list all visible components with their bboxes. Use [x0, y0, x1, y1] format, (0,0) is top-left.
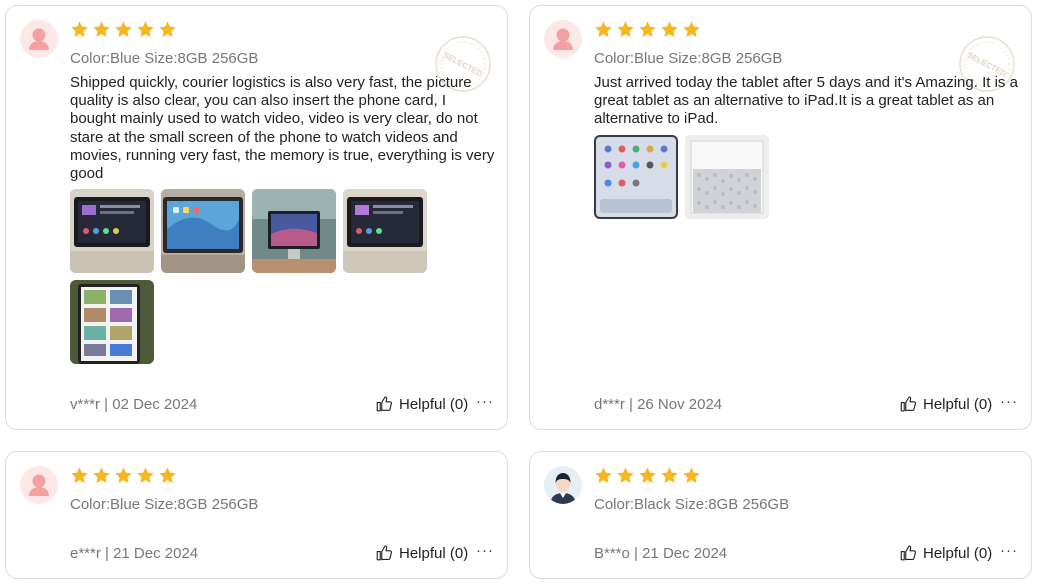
star-icon: [136, 20, 155, 39]
tablet-home-screen-photo: [70, 189, 154, 273]
star-icon: [638, 466, 657, 485]
helpful-label: Helpful (0): [399, 544, 469, 562]
review-card: Color:Black Size:8GB 256GB B***o | 21 De…: [529, 451, 1032, 579]
star-icon: [682, 466, 701, 485]
star-icon: [594, 20, 613, 39]
product-variant: Color:Blue Size:8GB 256GB: [70, 50, 259, 67]
helpful-button[interactable]: Helpful (0): [375, 544, 468, 562]
star-icon: [158, 466, 177, 485]
product-variant: Color:Blue Size:8GB 256GB: [70, 496, 259, 513]
star-rating: [70, 466, 177, 485]
tablet-on-stand-photo: [252, 189, 336, 273]
review-photo[interactable]: [161, 189, 245, 273]
tablet-browser-photo: [70, 280, 154, 364]
helpful-button[interactable]: Helpful (0): [375, 395, 468, 413]
star-icon: [660, 466, 679, 485]
helpful-label: Helpful (0): [923, 395, 993, 413]
star-icon: [114, 466, 133, 485]
review-photos: [594, 135, 974, 219]
product-variant: Color:Black Size:8GB 256GB: [594, 496, 790, 513]
star-rating: [594, 20, 701, 39]
star-icon: [136, 466, 155, 485]
avatar: [544, 466, 582, 504]
tablet-blue-wallpaper-photo: [161, 189, 245, 273]
tablet-app-grid-photo: [594, 135, 678, 219]
avatar: [20, 466, 58, 504]
thumbs-up-icon: [375, 395, 393, 413]
thumbs-up-icon: [899, 395, 917, 413]
thumbs-up-icon: [899, 544, 917, 562]
thumbs-up-icon: [375, 544, 393, 562]
review-photo[interactable]: [70, 280, 154, 364]
star-rating: [70, 20, 177, 39]
star-icon: [92, 20, 111, 39]
star-icon: [158, 20, 177, 39]
review-card: Color:Blue Size:8GB 256GB SELECTED Shipp…: [5, 5, 508, 430]
star-rating: [594, 466, 701, 485]
review-photo[interactable]: [343, 189, 427, 273]
star-icon: [638, 20, 657, 39]
review-photo[interactable]: [685, 135, 769, 219]
review-photo[interactable]: [252, 189, 336, 273]
helpful-button[interactable]: Helpful (0): [899, 544, 992, 562]
star-icon: [92, 466, 111, 485]
more-options-button[interactable]: ···: [476, 542, 494, 559]
review-photo[interactable]: [70, 189, 154, 273]
more-options-button[interactable]: ···: [476, 393, 494, 410]
helpful-label: Helpful (0): [399, 395, 469, 413]
review-author-date: B***o | 21 Dec 2024: [594, 545, 728, 562]
helpful-button[interactable]: Helpful (0): [899, 395, 992, 413]
avatar: [544, 20, 582, 58]
review-card: Color:Blue Size:8GB 256GB SELECTED Just …: [529, 5, 1032, 430]
avatar: [20, 20, 58, 58]
review-text: Just arrived today the tablet after 5 da…: [594, 74, 1018, 128]
more-options-button[interactable]: ···: [1000, 542, 1018, 559]
star-icon: [70, 20, 89, 39]
star-icon: [616, 466, 635, 485]
star-icon: [616, 20, 635, 39]
tablet-packaging-photo: [685, 135, 769, 219]
review-author-date: v***r | 02 Dec 2024: [70, 396, 198, 413]
review-photos: [70, 189, 450, 364]
star-icon: [70, 466, 89, 485]
star-icon: [682, 20, 701, 39]
tablet-home-screen-photo-2: [343, 189, 427, 273]
star-icon: [660, 20, 679, 39]
review-author-date: d***r | 26 Nov 2024: [594, 396, 723, 413]
helpful-label: Helpful (0): [923, 544, 993, 562]
review-card: Color:Blue Size:8GB 256GB e***r | 21 Dec…: [5, 451, 508, 579]
star-icon: [594, 466, 613, 485]
review-photo[interactable]: [594, 135, 678, 219]
review-author-date: e***r | 21 Dec 2024: [70, 545, 199, 562]
review-text: Shipped quickly, courier logistics is al…: [70, 74, 495, 183]
product-variant: Color:Blue Size:8GB 256GB: [594, 50, 783, 67]
more-options-button[interactable]: ···: [1000, 393, 1018, 410]
star-icon: [114, 20, 133, 39]
